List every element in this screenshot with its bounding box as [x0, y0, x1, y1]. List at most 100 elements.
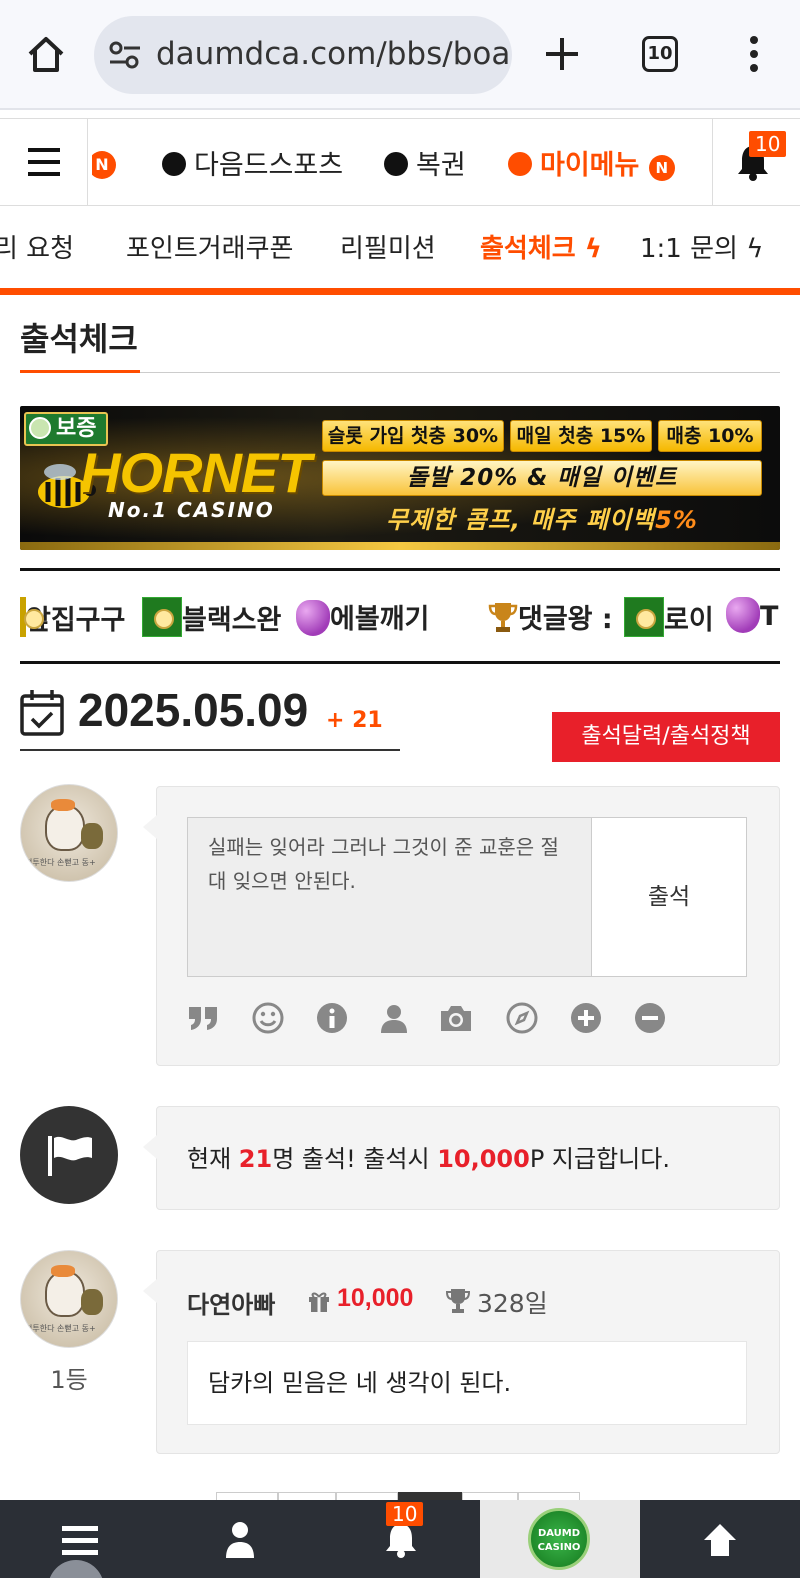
my-avatar[interactable]: 전투한다 손뻗고 동+: [20, 784, 118, 882]
ticker-item[interactable]: 에볼깨기: [296, 597, 429, 636]
banner-tagline: No.1 CASINO: [108, 498, 275, 522]
new-tab-icon[interactable]: [540, 32, 584, 76]
ticker-label: 블랙스완: [182, 605, 282, 636]
ticker-item[interactable]: 로이: [624, 597, 714, 637]
entry-username[interactable]: 다연아빠: [187, 1285, 275, 1320]
laurel-emblem-icon: [624, 597, 664, 637]
medal-icon: [20, 597, 44, 637]
bottom-navigation: 10 DAUMD CASINO: [0, 1500, 800, 1578]
address-bar[interactable]: daumdca.com/bbs/board: [94, 16, 512, 94]
guarantee-label: 보증: [56, 416, 97, 441]
ticker-label: 에볼깨기: [330, 604, 430, 635]
ticker-item[interactable]: 댓글왕 :: [488, 597, 613, 636]
entry-streak-days: 328일: [477, 1289, 548, 1318]
avatar-figure: [45, 805, 85, 851]
browser-toolbar: daumdca.com/bbs/board 10: [0, 0, 800, 110]
title-underline: [20, 370, 140, 373]
compass-icon[interactable]: [505, 1001, 539, 1035]
seal-icon: [29, 417, 51, 439]
promo-line-text: 무제한 콤프, 매주 페이백: [386, 506, 656, 534]
nav-item-sports[interactable]: 다음드스포츠: [162, 143, 343, 182]
entry-avatar[interactable]: 전투한다 손뻗고 동+: [20, 1250, 118, 1348]
avatar-figure: [45, 1271, 85, 1317]
bottom-profile-button[interactable]: [160, 1500, 320, 1578]
user-icon[interactable]: [377, 1001, 411, 1035]
avatar-cap: [51, 799, 75, 811]
attendance-entry: 다연아빠 10,000 328일 담카의 믿음은 네 생각이 된다.: [143, 1250, 780, 1454]
attendance-summary: 현재 21명 출석! 출석시 10,000P 지급합니다.: [143, 1106, 780, 1210]
site-settings-icon[interactable]: [108, 40, 142, 70]
promo-pill: 매일 첫충 15%: [510, 420, 652, 452]
bottom-notifications-button[interactable]: 10: [320, 1500, 480, 1578]
top-navigation: N 다음드스포츠 복권 마이메뉴 N 10: [0, 118, 800, 206]
calendar-check-icon: [20, 690, 64, 736]
avatar-caption: 전투한다 손뻗고 동+: [25, 858, 96, 867]
gift-icon: [309, 1292, 329, 1312]
top-nav-scroller[interactable]: N 다음드스포츠 복권 마이메뉴 N: [92, 119, 704, 205]
ad-banner[interactable]: 보증 HORNET No.1 CASINO 슬롯 가입 첫충 30% 매일 첫충…: [20, 406, 780, 550]
banner-strip: [20, 542, 780, 550]
summary-mid: 명 출석! 출석시: [272, 1145, 438, 1173]
avatar-roll: [81, 823, 103, 849]
hamburger-line: [28, 160, 60, 164]
ticker-label: 댓글왕 :: [518, 604, 613, 635]
user-icon: [226, 1522, 254, 1558]
menu-button[interactable]: [0, 119, 88, 205]
promo-pill: 슬롯 가입 첫충 30%: [322, 420, 504, 452]
remove-icon[interactable]: [633, 1001, 667, 1035]
home-logo-button[interactable]: DAUMD CASINO: [480, 1500, 640, 1578]
camera-icon[interactable]: [439, 1001, 473, 1035]
attendance-date: 2025.05.09: [78, 684, 309, 736]
attendance-form: 실패는 잊어라 그러나 그것이 준 교훈은 절대 잊으면 안된다. 출석: [143, 786, 780, 1066]
scroll-top-button[interactable]: [640, 1500, 800, 1578]
sub-navigation[interactable]: 리 요청 포인트거래쿠폰 리필미션 출석체크 ϟ 1:1 문의 ϟ: [0, 206, 800, 288]
bullet-icon: [508, 152, 532, 176]
banner-brand: HORNET: [80, 441, 311, 504]
nav-item-lottery[interactable]: 복권: [384, 143, 466, 182]
notifications-button[interactable]: 10: [712, 119, 800, 205]
ticker-label: 로이: [664, 605, 714, 636]
notification-count: 10: [749, 131, 787, 157]
add-icon[interactable]: [569, 1001, 603, 1035]
promo-line: 돌발 20% & 매일 이벤트: [322, 460, 762, 496]
ticker-item[interactable]: 블랙스완: [142, 597, 281, 637]
promo-line: 무제한 콤프, 매주 페이백5%: [322, 502, 762, 538]
entry-points: 10,000: [337, 1284, 414, 1312]
sub-tab-attendance[interactable]: 출석체크 ϟ: [480, 228, 602, 265]
summary-points: 10,000: [437, 1145, 530, 1173]
attendance-comment-input[interactable]: 실패는 잊어라 그러나 그것이 준 교훈은 절대 잊으면 안된다.: [187, 817, 593, 977]
sub-tab-inquiry[interactable]: 1:1 문의 ϟ: [640, 228, 763, 265]
nav-item-mymenu[interactable]: 마이메뉴 N: [508, 143, 675, 182]
more-options-icon[interactable]: [740, 32, 768, 76]
tab-switcher-button[interactable]: 10: [642, 36, 678, 72]
grape-icon: [726, 597, 760, 633]
avatar-roll: [81, 1289, 103, 1315]
info-icon[interactable]: [315, 1001, 349, 1035]
sub-tab-request[interactable]: 리 요청: [0, 228, 74, 265]
trophy-icon: [488, 603, 518, 632]
date-underline: [20, 749, 400, 751]
summary-count: 21: [238, 1145, 273, 1173]
hamburger-icon: [62, 1526, 98, 1555]
entry-rank: 1등: [50, 1366, 88, 1394]
emoji-icon[interactable]: [251, 1001, 285, 1035]
attendance-count-badge: + 21: [326, 708, 383, 733]
nav-item-label: 다음드스포츠: [194, 150, 344, 181]
ticker-item[interactable]: 앞집구구: [20, 597, 125, 637]
new-badge: N: [648, 155, 675, 181]
new-badge-partial: N: [92, 151, 116, 179]
ticker-item[interactable]: T: [726, 597, 778, 633]
flag-icon: [48, 1136, 92, 1176]
sub-tab-refill-mission[interactable]: 리필미션: [340, 228, 436, 265]
page-title: 출석체크: [20, 320, 138, 358]
bell-icon: [386, 1524, 416, 1558]
entry-message: 담카의 믿음은 네 생각이 된다.: [187, 1341, 747, 1425]
nav-divider: [0, 288, 800, 295]
quote-icon[interactable]: [187, 1001, 221, 1035]
attendance-submit-button[interactable]: 출석: [591, 817, 747, 977]
sub-tab-point-coupon[interactable]: 포인트거래쿠폰: [126, 228, 293, 265]
hamburger-icon: [28, 148, 60, 152]
attendance-policy-button[interactable]: 출석달력/출석정책: [552, 712, 780, 762]
home-icon[interactable]: [24, 32, 68, 76]
summary-prefix: 현재: [187, 1145, 239, 1173]
